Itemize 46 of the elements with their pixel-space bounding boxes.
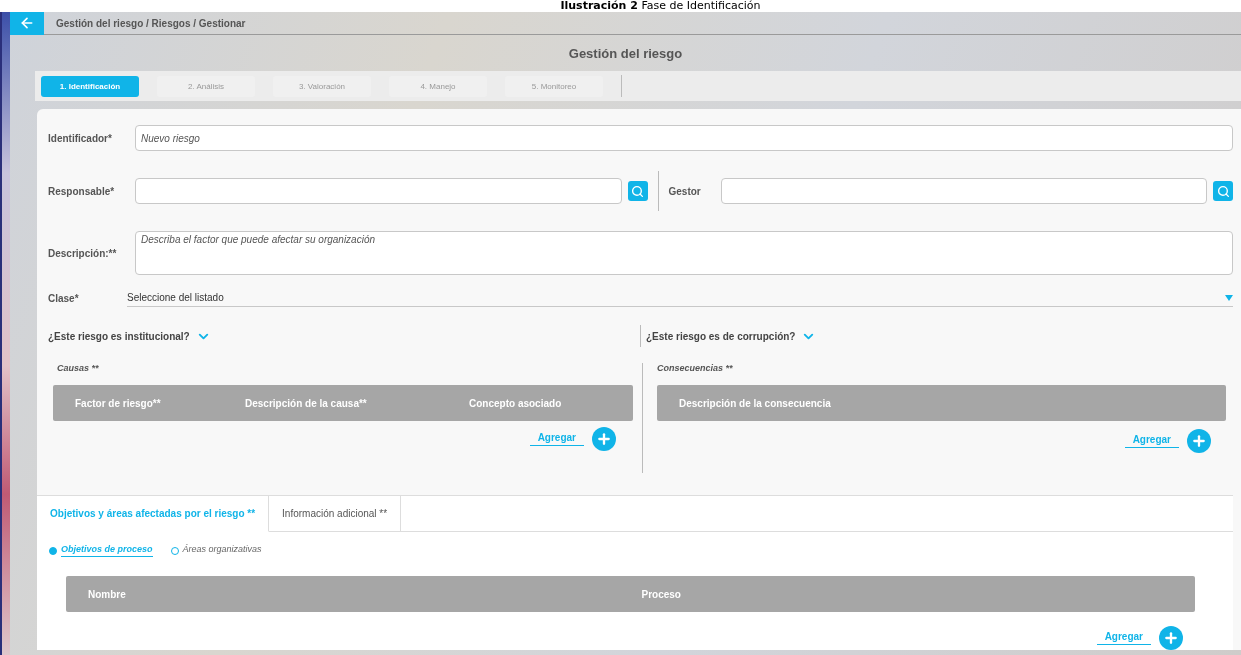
section-tab[interactable]: Información adicional ** (269, 496, 402, 532)
page-title: Gestión del riesgo (568, 45, 683, 61)
plus-icon (596, 431, 612, 447)
text-area[interactable]: Describa el factor que puede afectar su organización (135, 231, 1233, 275)
caret-icon (1225, 294, 1233, 301)
text-field[interactable] (135, 178, 622, 204)
question-toggle[interactable]: ¿Este riesgo es institucional? (48, 328, 635, 344)
section-title: Consecuencias ** (657, 363, 734, 373)
section-title: Causas ** (57, 363, 100, 373)
plus-icon (1163, 630, 1179, 646)
radio-option[interactable]: Objetivos de proceso (49, 544, 153, 557)
add-link[interactable]: Agregar (529, 432, 584, 446)
text-field[interactable]: Nuevo riesgo (135, 125, 1233, 151)
search-icon (1216, 184, 1230, 198)
field-label: Gestor (668, 185, 702, 197)
field-label: Identificador* (48, 132, 113, 144)
step-tab[interactable]: 5. Monitoreo (505, 75, 603, 97)
figure-caption: Ilustración 2 Fase de Identificación (559, 0, 761, 12)
question-toggle[interactable]: ¿Este riesgo es de corrupción? (646, 328, 1233, 344)
add-button[interactable] (1159, 626, 1183, 650)
search-button[interactable] (1213, 181, 1233, 201)
add-button[interactable] (592, 427, 616, 451)
breadcrumb: Gestión del riesgo / Riesgos / Gestionar (56, 17, 246, 29)
search-button[interactable] (627, 181, 648, 201)
add-link[interactable]: Agregar (1124, 434, 1179, 448)
step-tab[interactable]: 3. Valoración (273, 75, 371, 97)
column-header: Descripción de la causa** (245, 397, 368, 409)
plus-icon (1191, 433, 1207, 449)
column-header: Concepto asociado (469, 397, 563, 409)
step-tab[interactable]: 4. Manejo (389, 75, 487, 97)
field-label: Responsable* (48, 185, 116, 197)
step-tab[interactable]: 2. Análisis (157, 75, 255, 97)
field-label: Descripción:** (48, 247, 118, 259)
add-button[interactable] (1187, 429, 1211, 453)
add-link[interactable]: Agregar (1096, 631, 1151, 645)
column-header: Nombre (88, 588, 127, 600)
section-tab[interactable]: Objetivos y áreas afectadas por el riesgo ** (37, 496, 270, 532)
column-header: Descripción de la consecuencia (679, 397, 832, 409)
text-field[interactable] (720, 178, 1207, 204)
radio-option[interactable]: Áreas organizativas (170, 544, 262, 557)
search-icon (631, 184, 644, 198)
column-header: Proceso (641, 588, 682, 600)
back-button[interactable] (10, 11, 44, 35)
select-field[interactable]: Seleccione del listado (127, 289, 1233, 307)
step-tab[interactable]: 1. Identificación (41, 75, 139, 97)
column-header: Factor de riesgo** (75, 397, 162, 409)
